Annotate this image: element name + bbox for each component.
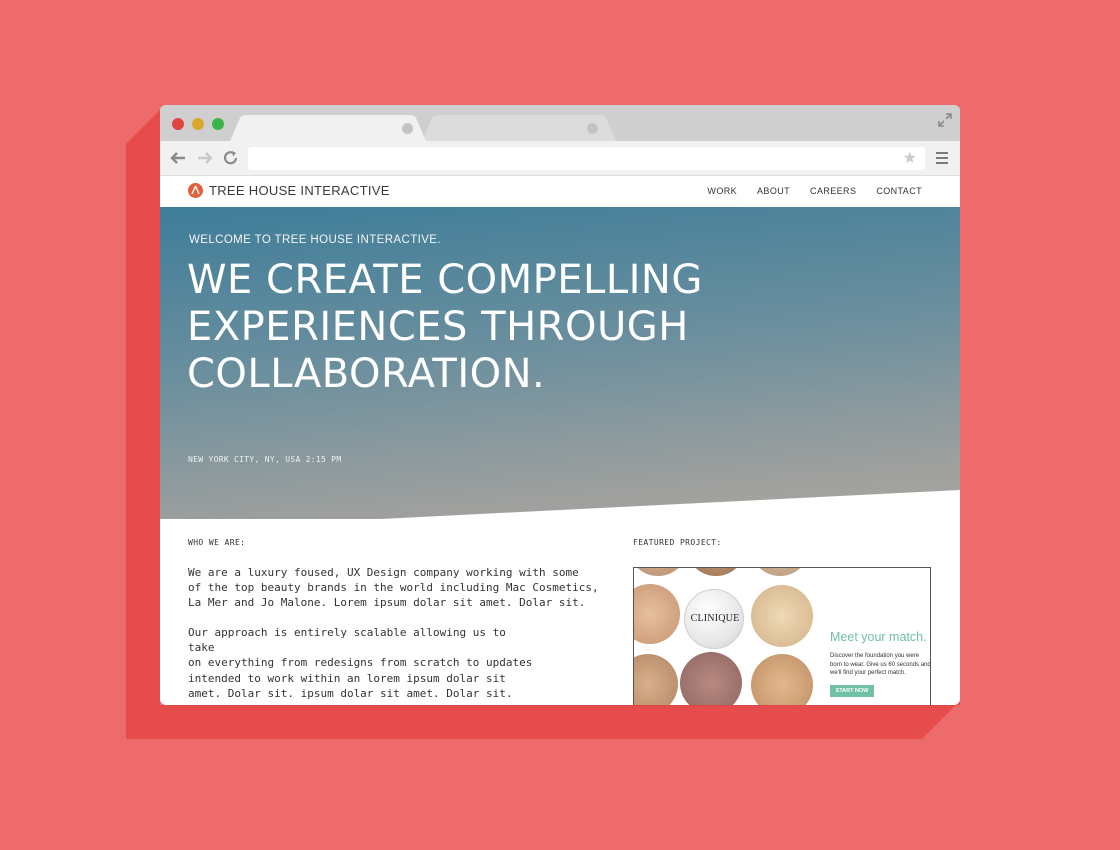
site-logo-text[interactable]: TREE HOUSE INTERACTIVE [209,183,390,198]
start-now-button[interactable]: START NOW [830,685,874,697]
window-minimize-button[interactable] [192,118,204,130]
expand-icon[interactable] [938,113,952,127]
hero-headline-line: COLLABORATION. [187,351,546,397]
paragraph-line: La Mer and Jo Malone. Lorem ipsum dolar … [188,596,586,610]
makeup-swatch-image [634,568,688,576]
featured-project-card[interactable]: CLINIQUE Meet your match. Discover the f… [633,567,931,705]
hero-welcome: WELCOME TO TREE HOUSE INTERACTIVE. [189,234,441,246]
paragraph-line: of the top beauty brands in the world in… [188,581,599,595]
tab-strip [230,115,616,141]
who-we-are-paragraph: We are a luxury foused, UX Design compan… [188,565,608,611]
makeup-swatch-image [751,654,813,705]
site-nav: WORK ABOUT CAREERS CONTACT [687,186,922,196]
star-icon[interactable]: ★ [903,150,917,166]
nav-contact[interactable]: CONTACT [876,186,922,196]
clinique-brand-text: CLINIQUE [690,613,740,624]
browser-titlebar [160,105,960,141]
browser-window: ★ TREE HOUSE INTERACTIVE WORK ABOUT CARE… [160,105,960,705]
tab-close-button[interactable] [402,123,413,134]
hero-headline-line: EXPERIENCES THROUGH [187,304,689,350]
approach-paragraph: Our approach is entirely scalable allowi… [188,625,533,701]
arrow-right-icon[interactable] [196,150,214,166]
who-we-are-label: WHO WE ARE: [188,538,246,547]
featured-project-label: FEATURED PROJECT: [633,538,722,547]
clinique-compact-image: CLINIQUE [684,589,744,649]
nav-work[interactable]: WORK [707,186,737,196]
paragraph-line: intended to work within an lorem ipsum d… [188,671,506,685]
logo-icon[interactable] [188,183,203,198]
makeup-swatch-image [750,568,810,576]
makeup-swatch-image [751,585,813,647]
window-zoom-button[interactable] [212,118,224,130]
hero-diagonal-edge [160,490,960,530]
makeup-swatch-image [634,654,678,705]
hero-headline: WE CREATE COMPELLING EXPERIENCES THROUGH… [187,257,787,398]
reload-icon[interactable] [222,150,240,166]
nav-careers[interactable]: CAREERS [810,186,856,196]
hero-location-time: NEW YORK CITY, NY, USA 2:15 PM [188,455,342,464]
featured-title: Meet your match. [830,630,927,644]
address-bar[interactable]: ★ [248,147,925,170]
browser-toolbar: ★ [160,141,960,176]
makeup-swatch-image [686,568,746,576]
makeup-swatch-image [680,652,742,705]
paragraph-line: on everything from redesigns from scratc… [188,656,533,670]
window-close-button[interactable] [172,118,184,130]
makeup-swatch-image [634,584,680,644]
hero-headline-line: WE CREATE COMPELLING [187,257,703,303]
hero-section: WELCOME TO TREE HOUSE INTERACTIVE. WE CR… [160,207,960,519]
featured-description: Discover the foundation you were born to… [830,653,931,676]
site-header: TREE HOUSE INTERACTIVE WORK ABOUT CAREER… [160,176,960,207]
nav-about[interactable]: ABOUT [757,186,790,196]
paragraph-line: We are a luxury foused, UX Design compan… [188,566,579,579]
hamburger-menu-icon[interactable] [936,152,948,164]
arrow-left-icon[interactable] [169,150,187,166]
tab-close-button[interactable] [587,123,598,134]
paragraph-line: amet. Dolar sit. ipsum dolar sit amet. D… [188,686,513,700]
paragraph-line: Our approach is entirely scalable allowi… [188,626,506,655]
